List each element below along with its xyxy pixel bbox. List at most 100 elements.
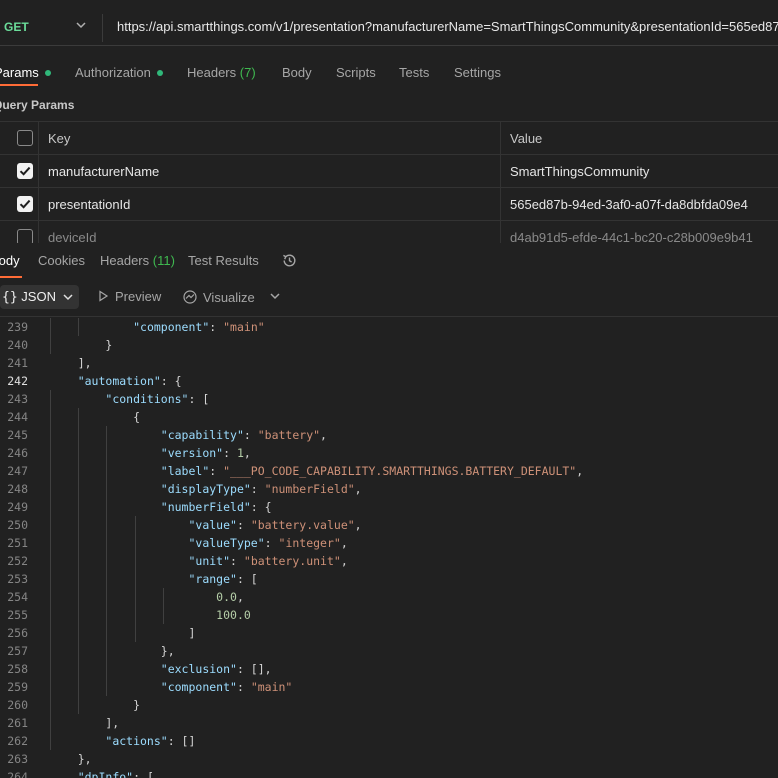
line-number: 259: [7, 680, 28, 694]
line-number: 245: [7, 428, 28, 442]
code-line: "range": [: [188, 572, 258, 586]
divider: [0, 154, 778, 155]
code-line: "unit": "battery.unit",: [188, 554, 348, 568]
code-line: "dpInfo": [: [77, 770, 154, 778]
param-key[interactable]: presentationId: [48, 197, 130, 212]
format-select[interactable]: {} JSON: [0, 285, 79, 309]
code-line: "component": "main": [160, 680, 293, 694]
line-number: 242: [7, 374, 28, 388]
param-checkbox[interactable]: [17, 163, 33, 179]
divider: [0, 220, 778, 221]
tab-scripts[interactable]: Scripts: [336, 65, 376, 80]
history-icon[interactable]: [281, 252, 298, 269]
line-number: 251: [7, 536, 28, 550]
line-number: 241: [7, 356, 28, 370]
code-line: }: [50, 698, 141, 712]
tab-label: Body: [0, 253, 20, 268]
code-line: "actions": []: [105, 734, 196, 748]
line-number: 260: [7, 698, 28, 712]
tab-label: Test Results: [188, 253, 259, 268]
tab-response-headers[interactable]: Headers (11): [100, 253, 175, 268]
code-line: ]: [50, 626, 196, 640]
line-number: 243: [7, 392, 28, 406]
line-number: 248: [7, 482, 28, 496]
line-number: 239: [7, 320, 28, 334]
tab-label: Cookies: [38, 253, 85, 268]
method-select[interactable]: GET: [4, 20, 29, 34]
tab-label: Authorization: [75, 65, 151, 80]
line-number: 258: [7, 662, 28, 676]
check-icon: [19, 199, 31, 209]
divider: [0, 121, 778, 122]
line-number: 255: [7, 608, 28, 622]
code-line: }: [50, 338, 113, 352]
response-pane: Body Cookies Headers (11) Test Results {…: [0, 243, 778, 778]
tab-authorization[interactable]: Authorization: [75, 65, 163, 80]
line-number: 249: [7, 500, 28, 514]
line-number: 247: [7, 464, 28, 478]
param-value[interactable]: 565ed87b-94ed-3af0-a07f-da8dbfda09e4: [510, 197, 748, 212]
line-number: 257: [7, 644, 28, 658]
preview-label: Preview: [115, 289, 162, 304]
visualize-icon: [183, 290, 197, 304]
preview-button[interactable]: Preview: [97, 289, 161, 304]
url-bar: GET https://api.smartthings.com/v1/prese…: [0, 8, 778, 46]
tab-label: Params: [0, 65, 39, 80]
line-number: 253: [7, 572, 28, 586]
code-line: },: [50, 752, 92, 766]
tab-label: Scripts: [336, 65, 376, 80]
line-number: 246: [7, 446, 28, 460]
code-line: },: [50, 644, 175, 658]
line-number: 262: [7, 734, 28, 748]
tab-tests[interactable]: Tests: [399, 65, 429, 80]
headers-count: (11): [152, 253, 175, 268]
format-value: JSON: [21, 289, 56, 304]
chevron-down-icon[interactable]: [268, 289, 282, 303]
divider: [0, 187, 778, 188]
tab-headers[interactable]: Headers (7): [187, 65, 256, 80]
tab-label: Headers: [100, 253, 150, 268]
line-number: 264: [7, 770, 28, 778]
url-input[interactable]: https://api.smartthings.com/v1/presentat…: [117, 19, 778, 34]
code-line: "label": "___PO_CODE_CAPABILITY.SMARTTHI…: [160, 464, 584, 478]
chevron-down-icon: [63, 294, 73, 301]
line-number: 250: [7, 518, 28, 532]
tab-response-body[interactable]: Body: [0, 253, 20, 268]
param-key[interactable]: deviceId: [48, 230, 96, 243]
tab-label: Tests: [399, 65, 430, 80]
line-number: 261: [7, 716, 28, 730]
chevron-down-icon[interactable]: [74, 18, 88, 32]
param-key[interactable]: manufacturerName: [48, 164, 159, 179]
params-table: Key Value manufacturerName SmartThingsCo…: [0, 121, 778, 243]
code-line: "exclusion": [],: [160, 662, 272, 676]
section-title: Query Params: [0, 98, 75, 112]
code-line: "valueType": "integer",: [188, 536, 348, 550]
active-tab-indicator: [0, 276, 22, 278]
visualize-label: Visualize: [203, 290, 255, 305]
braces-icon: {}: [2, 290, 18, 305]
code-editor[interactable]: 239 240 241 242 243 244 245 246 247 248 249 250 251 2…: [0, 317, 778, 778]
tab-settings[interactable]: Settings: [454, 65, 501, 80]
visualize-button[interactable]: Visualize: [182, 289, 255, 305]
line-number: 256: [7, 626, 28, 640]
code-line: ],: [50, 716, 120, 730]
param-checkbox[interactable]: [17, 196, 33, 212]
line-number: 263: [7, 752, 28, 766]
param-checkbox[interactable]: [17, 229, 33, 243]
divider: [38, 121, 39, 243]
param-value[interactable]: SmartThingsCommunity: [510, 164, 649, 179]
param-value[interactable]: d4ab91d5-efde-44c1-bc20-c28b009e9b41: [510, 230, 753, 243]
code-line: 0.0,: [216, 590, 244, 604]
tab-params[interactable]: Params: [0, 65, 51, 80]
code-line: {: [50, 410, 141, 424]
tab-cookies[interactable]: Cookies: [38, 253, 85, 268]
tab-test-results[interactable]: Test Results: [188, 253, 259, 268]
code-line: "component": "main": [133, 320, 265, 334]
column-header-key: Key: [48, 131, 71, 146]
play-icon: [99, 290, 109, 302]
tab-body[interactable]: Body: [282, 65, 312, 80]
line-number: 240: [7, 338, 28, 352]
headers-count: (7): [239, 65, 256, 80]
select-all-checkbox[interactable]: [17, 130, 33, 146]
code-line: "capability": "battery",: [160, 428, 327, 442]
